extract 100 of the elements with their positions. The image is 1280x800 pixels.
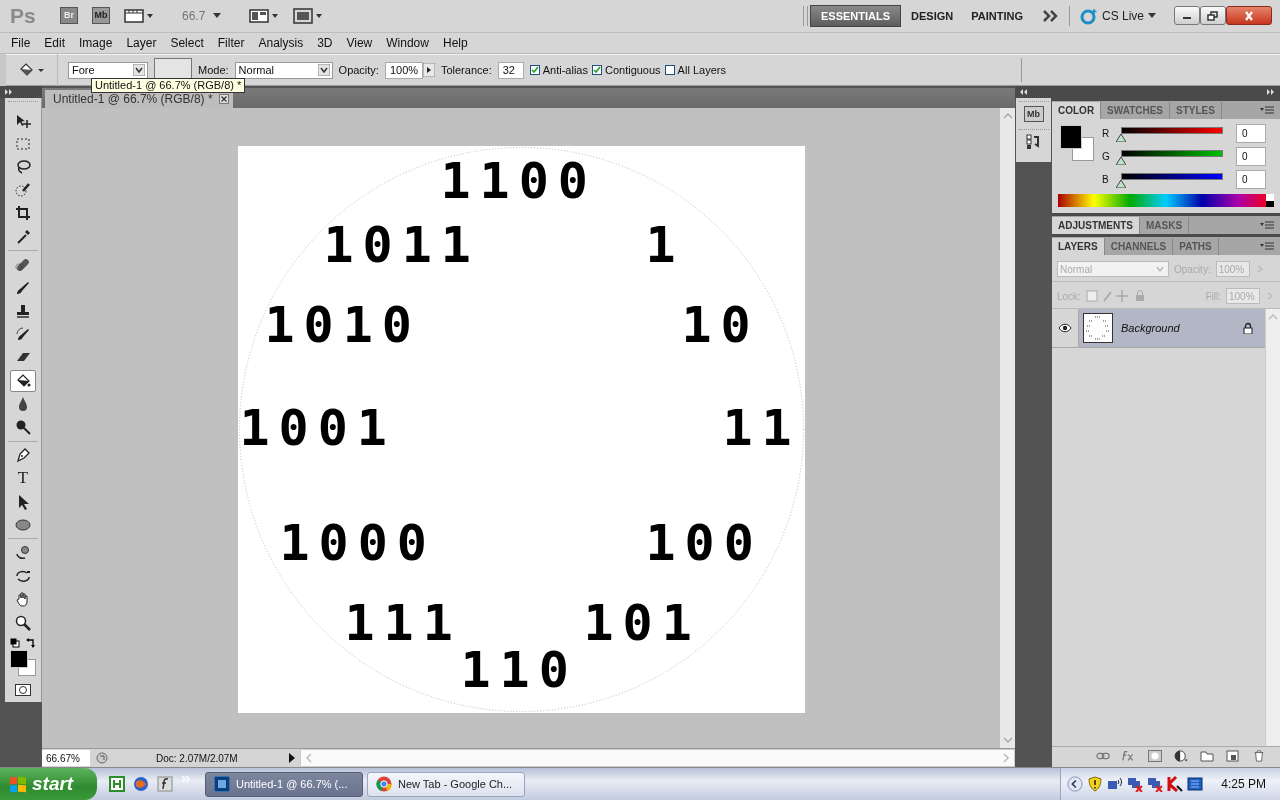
globe-icon[interactable] [133, 776, 149, 792]
mask-icon[interactable] [1148, 750, 1162, 762]
history-icon[interactable] [1025, 134, 1042, 150]
panel-menu-icon[interactable] [1260, 106, 1274, 114]
film-dropdown-icon[interactable] [124, 7, 154, 24]
brush-circle-icon [15, 182, 31, 199]
layers-scrollbar[interactable] [1265, 309, 1280, 746]
network-icon[interactable] [1107, 776, 1124, 792]
layer-thumbnail [1083, 313, 1113, 343]
foreground-background-swatches[interactable] [1060, 125, 1094, 161]
menu-item[interactable]: View [339, 35, 380, 50]
workspace-button[interactable]: PAINTING [963, 4, 1031, 27]
color-swatches[interactable] [10, 650, 36, 677]
fill-source-dropdown[interactable]: Fore [68, 61, 148, 79]
status-menu-arrow-icon[interactable] [288, 753, 296, 763]
tool-button[interactable]: T [10, 467, 36, 490]
slider-thumb[interactable] [1116, 134, 1126, 142]
quick-mask-icon[interactable] [15, 684, 31, 697]
status-icon[interactable] [96, 752, 108, 764]
taskbar-button[interactable]: Untitled-1 @ 66.7% (... [205, 771, 363, 797]
trash-icon[interactable] [1252, 750, 1266, 762]
eye-icon[interactable] [1058, 323, 1072, 333]
move-icon [15, 112, 31, 129]
app-shortcut-icon[interactable] [109, 776, 125, 792]
menu-item[interactable]: Edit [37, 35, 73, 50]
minimize-icon [1183, 17, 1191, 20]
channel-label: B [1102, 174, 1110, 185]
ring-icon [1079, 6, 1098, 25]
opacity-label: Opacity: [338, 64, 379, 76]
adjustment-layer-icon[interactable] [1174, 750, 1188, 762]
collapse-arrows-icon[interactable] [1020, 89, 1028, 95]
eyedropper-icon [15, 228, 31, 245]
new-layer-icon[interactable] [1226, 750, 1240, 762]
checkbox[interactable] [664, 65, 675, 75]
network-error-icon[interactable] [1127, 776, 1144, 792]
mini-bridge-button[interactable]: Mb [92, 7, 110, 25]
link-icon[interactable] [1096, 750, 1110, 762]
checkbox-option[interactable]: All Layers [664, 64, 726, 76]
double-chevron-icon[interactable] [1042, 9, 1059, 22]
menu-item[interactable]: Window [379, 35, 436, 50]
panel-tab[interactable]: COLOR [1052, 102, 1102, 119]
menu-item[interactable]: Layer [119, 35, 164, 50]
arrange-dropdown-icon[interactable] [249, 7, 280, 24]
panel-tab[interactable]: LAYERS [1052, 238, 1105, 255]
checkbox[interactable] [529, 65, 540, 75]
close-icon[interactable] [218, 94, 229, 104]
tolerance-field[interactable]: 32 [497, 61, 524, 79]
effects-icon[interactable] [1122, 750, 1136, 762]
restore-button[interactable] [1200, 6, 1226, 26]
checkbox-option[interactable]: Contiguous [591, 64, 661, 76]
mini-bridge-panel-button[interactable]: Mb [1023, 106, 1044, 122]
workspace-button[interactable]: ESSENTIALS [809, 4, 902, 27]
network-error-icon[interactable] [1147, 776, 1164, 792]
start-button[interactable]: start [0, 768, 97, 800]
binary-number: 110 [460, 644, 578, 695]
workspace-button[interactable]: DESIGN [903, 4, 962, 27]
channel-value-field[interactable]: 0 [1236, 124, 1266, 143]
menu-item[interactable]: File [4, 35, 38, 50]
panel-menu-icon[interactable] [1260, 242, 1274, 250]
slider-thumb[interactable] [1116, 180, 1126, 188]
minimize-button[interactable] [1174, 6, 1200, 26]
document-size: Doc: 2.07M/2.07M [155, 752, 239, 764]
panel-menu-icon[interactable] [1260, 221, 1274, 229]
color-spectrum[interactable] [1058, 194, 1274, 207]
binary-number: 1100 [440, 155, 597, 206]
expand-arrows-icon[interactable] [5, 89, 13, 95]
channel-value-field[interactable]: 0 [1236, 147, 1266, 166]
menu-item[interactable]: Image [72, 35, 120, 50]
zoom-field[interactable]: 66.67% [42, 750, 90, 766]
folder-icon[interactable] [1200, 750, 1214, 762]
taskbar-button[interactable]: New Tab - Google Ch... [367, 771, 525, 797]
canvas[interactable]: 1100 1011 1 1010 10 1001 11 1000 100 111 101 110 [237, 145, 805, 713]
mode-dropdown[interactable]: Normal [234, 61, 333, 79]
checkbox[interactable] [591, 65, 602, 75]
default-colors-icon[interactable] [10, 638, 20, 649]
hand-icon [15, 591, 31, 608]
channel-value-field[interactable]: 0 [1236, 170, 1266, 189]
collapse-tray-icon[interactable] [1067, 776, 1084, 792]
list-window-icon[interactable] [1187, 776, 1204, 792]
layer-row[interactable]: Background [1052, 309, 1265, 348]
slider-thumb[interactable] [1116, 157, 1126, 165]
binary-number: 100 [645, 517, 763, 568]
script-f-icon[interactable] [157, 776, 173, 792]
expand-arrows-icon[interactable] [1267, 89, 1275, 95]
menu-item[interactable]: Select [163, 35, 211, 50]
menu-item[interactable]: Help [435, 35, 475, 50]
close-button[interactable] [1226, 6, 1272, 26]
cs-live-button[interactable]: CS Live [1079, 6, 1156, 25]
brush-icon [15, 279, 31, 296]
shield-icon[interactable] [1087, 776, 1104, 792]
screen-mode-dropdown-icon[interactable] [293, 7, 324, 24]
panel-tab[interactable]: ADJUSTMENTS [1052, 217, 1140, 234]
menu-item[interactable]: Filter [210, 35, 252, 50]
opacity-field[interactable]: 100% [384, 61, 423, 79]
menu-item[interactable]: 3D [310, 35, 340, 50]
tool-button[interactable] [10, 369, 36, 392]
menu-item[interactable]: Analysis [251, 35, 311, 50]
antivirus-icon[interactable] [1167, 776, 1184, 792]
swap-arrows-icon[interactable] [26, 638, 36, 649]
checkbox-option[interactable]: Anti-alias [529, 64, 588, 76]
